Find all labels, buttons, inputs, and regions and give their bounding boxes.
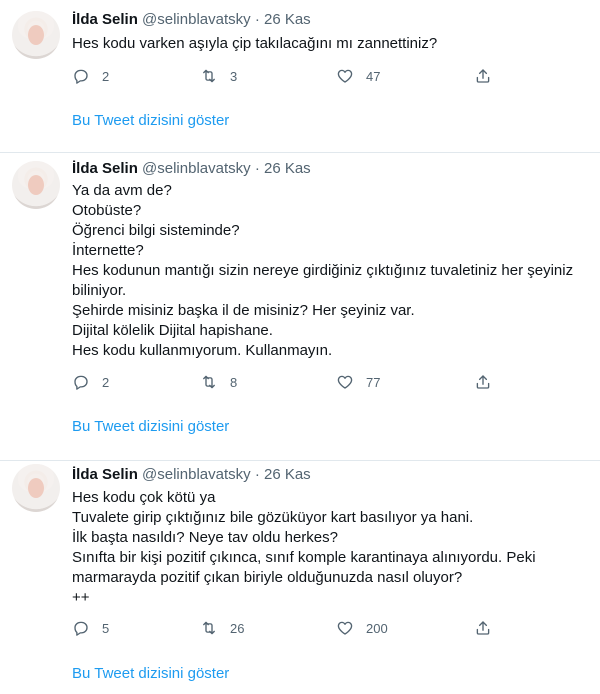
tweet-text-line: Şehirde misiniz başka il de misiniz? Her…	[72, 302, 415, 319]
share-icon	[474, 619, 492, 637]
like-count: 200	[366, 620, 388, 636]
reply-icon	[72, 67, 90, 85]
avatar[interactable]	[12, 161, 60, 209]
tweet-text-line: İlk başta nasıldı? Neye tav oldu herkes?	[72, 529, 338, 546]
like-button[interactable]: 200	[336, 618, 388, 638]
tweet-text-line: Hes kodunun mantığı sizin nereye girdiği…	[72, 262, 574, 279]
tweet-date[interactable]: 26 Kas	[264, 11, 311, 28]
author-handle[interactable]: @selinblavatsky	[142, 466, 251, 483]
share-button[interactable]	[474, 66, 492, 86]
reply-count: 5	[102, 620, 110, 636]
tweet-text-line: Öğrenci bilgi sisteminde?	[72, 222, 240, 239]
reply-icon	[72, 373, 90, 391]
tweet-text-line: biliniyor.	[72, 282, 127, 299]
author-name[interactable]: İlda Selin	[72, 11, 138, 28]
tweet-actions: 2 8 77	[72, 372, 502, 392]
tweet-text: Ya da avm de? Otobüste? Öğrenci bilgi si…	[72, 181, 582, 361]
tweet-text-line: Hes kodu varken aşıyla çip takılacağını …	[72, 35, 438, 52]
retweet-count: 8	[230, 374, 238, 390]
author-handle[interactable]: @selinblavatsky	[142, 11, 251, 28]
like-icon	[336, 67, 354, 85]
reply-button[interactable]: 2	[72, 66, 109, 86]
retweet-icon	[200, 619, 218, 637]
tweet-1[interactable]: İlda Selin @selinblavatsky · 26 Kas Hes …	[0, 0, 600, 152]
show-thread-link[interactable]: Bu Tweet dizisini göster	[72, 664, 229, 684]
reply-button[interactable]: 2	[72, 372, 109, 392]
avatar[interactable]	[12, 464, 60, 512]
share-icon	[474, 373, 492, 391]
retweet-button[interactable]: 8	[200, 372, 237, 392]
like-icon	[336, 373, 354, 391]
retweet-icon	[200, 373, 218, 391]
tweet-text-line: Hes kodu kullanmıyorum. Kullanmayın.	[72, 342, 333, 359]
tweet-text-line: İnternette?	[72, 242, 144, 259]
like-count: 47	[366, 68, 381, 84]
separator-dot: ·	[254, 466, 260, 483]
tweet-text-line: Otobüste?	[72, 202, 142, 219]
reply-count: 2	[102, 374, 110, 390]
reply-count: 2	[102, 68, 110, 84]
avatar[interactable]	[12, 11, 60, 59]
share-icon	[474, 67, 492, 85]
tweet-text-line: ++	[72, 589, 90, 606]
reply-icon	[72, 619, 90, 637]
tweet-text-line: Tuvalete girip çıktığınız bile gözüküyor…	[72, 509, 474, 526]
reply-button[interactable]: 5	[72, 618, 109, 638]
separator-dot: ·	[254, 11, 260, 28]
tweet-actions: 5 26 200	[72, 618, 502, 638]
tweet-actions: 2 3 47	[72, 66, 502, 86]
tweet-header: İlda Selin @selinblavatsky · 26 Kas	[72, 465, 311, 485]
tweet-text-line: Ya da avm de?	[72, 182, 172, 199]
show-thread-link[interactable]: Bu Tweet dizisini göster	[72, 111, 229, 131]
share-button[interactable]	[474, 618, 492, 638]
share-button[interactable]	[474, 372, 492, 392]
tweet-text-line: marmarayda pozitif çıkan biriyle olduğun…	[72, 569, 463, 586]
tweet-header: İlda Selin @selinblavatsky · 26 Kas	[72, 159, 311, 179]
tweet-header: İlda Selin @selinblavatsky · 26 Kas	[72, 10, 311, 30]
like-button[interactable]: 47	[336, 66, 380, 86]
like-icon	[336, 619, 354, 637]
author-name[interactable]: İlda Selin	[72, 160, 138, 177]
tweet-date[interactable]: 26 Kas	[264, 466, 311, 483]
tweet-2[interactable]: İlda Selin @selinblavatsky · 26 Kas Ya d…	[0, 153, 600, 460]
tweet-text-line: Sınıfta bir kişi pozitif çıkınca, sınıf …	[72, 549, 536, 566]
tweet-text: Hes kodu varken aşıyla çip takılacağını …	[72, 34, 582, 54]
like-count: 77	[366, 374, 381, 390]
author-handle[interactable]: @selinblavatsky	[142, 160, 251, 177]
separator-dot: ·	[254, 160, 260, 177]
retweet-button[interactable]: 3	[200, 66, 237, 86]
retweet-button[interactable]: 26	[200, 618, 244, 638]
retweet-count: 26	[230, 620, 245, 636]
like-button[interactable]: 77	[336, 372, 380, 392]
tweet-text-line: Hes kodu çok kötü ya	[72, 489, 216, 506]
retweet-icon	[200, 67, 218, 85]
show-thread-link[interactable]: Bu Tweet dizisini göster	[72, 417, 229, 437]
tweet-3[interactable]: İlda Selin @selinblavatsky · 26 Kas Hes …	[0, 461, 600, 694]
author-name[interactable]: İlda Selin	[72, 466, 138, 483]
retweet-count: 3	[230, 68, 238, 84]
tweet-text: Hes kodu çok kötü ya Tuvalete girip çıkt…	[72, 488, 582, 608]
tweet-text-line: Dijital kölelik Dijital hapishane.	[72, 322, 273, 339]
tweet-date[interactable]: 26 Kas	[264, 160, 311, 177]
